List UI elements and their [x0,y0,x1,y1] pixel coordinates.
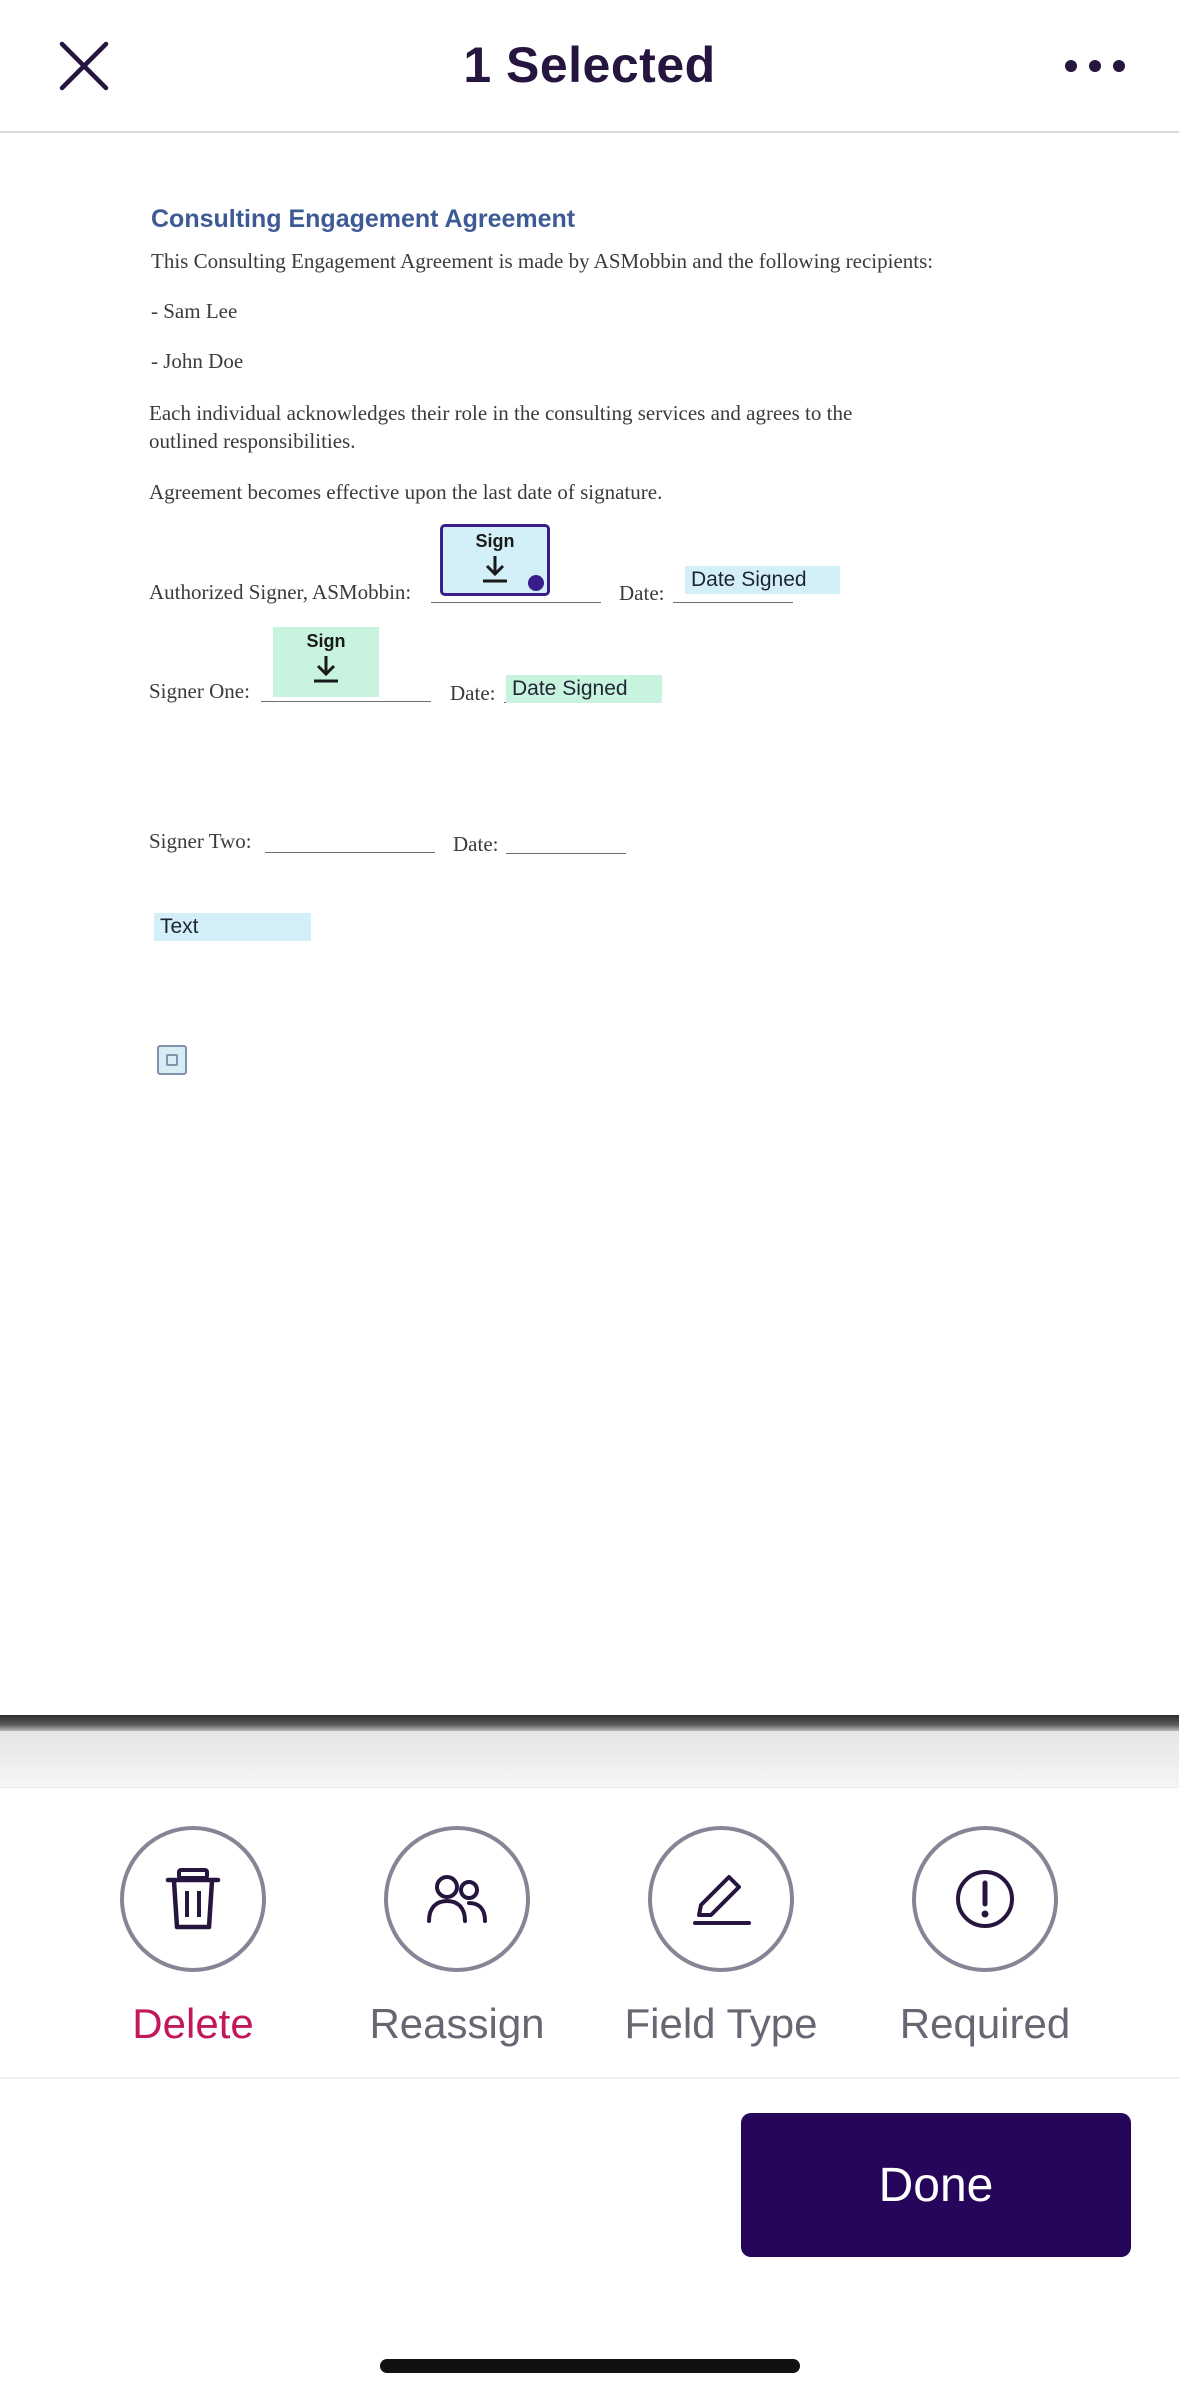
signature-line [265,831,435,853]
field-type-label: Field Type [624,2000,818,2047]
exclamation-circle-icon [956,1870,1014,1928]
top-bar: 1 Selected [0,0,1179,133]
home-indicator[interactable] [380,2359,800,2373]
checkbox-icon [166,1054,178,1066]
document-title: Consulting Engagement Agreement [151,205,576,233]
bottom-bar: Done [0,2077,1179,2396]
document-intro: This Consulting Engagement Agreement is … [151,249,934,273]
trash-icon [165,1868,221,1930]
more-options-button[interactable] [1055,26,1135,106]
page-underlay [0,1731,1179,1787]
document-page[interactable]: Consulting Engagement Agreement This Con… [0,135,1179,1715]
effective-statement: Agreement becomes effective upon the las… [149,480,663,504]
page-edge-shadow [0,1715,1179,1731]
reassign-action[interactable]: Reassign [357,1826,557,2048]
acknowledgement-line-2: outlined responsibilities. [149,429,356,453]
signature-field-signer-one[interactable]: Sign [273,627,379,697]
authorized-signer-label: Authorized Signer, ASMobbin: [149,580,412,604]
done-button[interactable]: Done [741,2113,1131,2257]
date-signed-field-2[interactable]: Date Signed [506,675,662,703]
date-label: Date: [450,681,496,705]
download-arrow-icon [314,656,338,683]
signer-two-label: Signer Two: [149,829,252,853]
delete-button[interactable] [120,1826,266,1972]
signer-one-label: Signer One: [149,679,250,703]
users-icon [427,1875,487,1923]
sign-field-label: Sign [306,631,346,651]
download-arrow-icon [483,556,507,583]
date-label: Date: [453,832,499,856]
signature-field-selected[interactable]: Sign [440,524,550,596]
field-type-button[interactable] [648,1826,794,1972]
field-type-action[interactable]: Field Type [621,1826,821,2048]
required-label: Required [899,2000,1071,2047]
date-label: Date: [619,581,665,605]
acknowledgement-line-1: Each individual acknowledges their role … [149,401,853,425]
text-field[interactable]: Text [154,913,311,941]
page-title: 1 Selected [463,37,716,93]
date-signed-field-1[interactable]: Date Signed [685,566,840,594]
reassign-label: Reassign [369,2000,545,2047]
reassign-button[interactable] [384,1826,530,1972]
resize-handle[interactable] [528,575,544,591]
date-line [506,832,626,854]
delete-action[interactable]: Delete [93,1826,293,2048]
sign-field-label: Sign [475,531,515,551]
required-button[interactable] [912,1826,1058,1972]
checkbox-field[interactable] [157,1045,187,1075]
recipient-john-doe: - John Doe [151,349,244,373]
field-actions-bar: Delete Reassign Field Type Required [0,1787,1179,2075]
recipient-sam-lee: - Sam Lee [151,299,238,323]
pencil-icon [693,1875,751,1925]
document-viewer[interactable]: Consulting Engagement Agreement This Con… [0,135,1179,1787]
delete-label: Delete [132,2000,254,2047]
required-action[interactable]: Required [885,1826,1085,2048]
more-horizontal-icon [1065,60,1125,72]
